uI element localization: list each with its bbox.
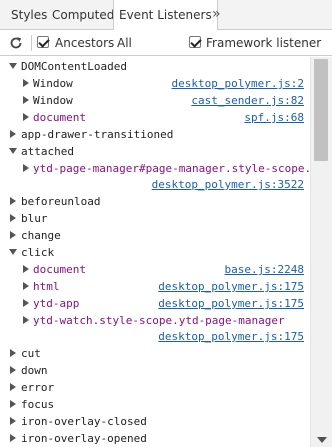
collapsed-triangle-icon[interactable] bbox=[23, 316, 29, 324]
event-name: cut bbox=[21, 347, 41, 360]
event-row-blur[interactable]: blur bbox=[0, 210, 310, 227]
listener-source-link[interactable]: desktop_polymer.js:175 bbox=[158, 328, 304, 345]
event-name: iron-overlay-opened bbox=[21, 432, 147, 445]
event-name: beforeunload bbox=[21, 195, 101, 208]
listener-row[interactable]: ytd-app desktop_polymer.js:175 bbox=[0, 295, 310, 312]
event-name: down bbox=[21, 364, 48, 377]
event-name: iron-overlay-closed bbox=[21, 415, 147, 428]
listener-row[interactable]: Window cast_sender.js:82 bbox=[0, 92, 310, 109]
listener-node: html bbox=[33, 280, 60, 293]
tab-event-listeners[interactable]: Event Listeners bbox=[113, 0, 218, 31]
panel-tab-bar: Styles Computed Event Listeners » bbox=[0, 0, 332, 31]
refresh-icon[interactable] bbox=[9, 30, 25, 56]
event-name: DOMContentLoaded bbox=[21, 60, 127, 73]
listener-row[interactable]: ytd-page-manager#page-manager.style-scop… bbox=[0, 160, 310, 177]
vertical-scrollbar[interactable] bbox=[310, 57, 332, 447]
more-tabs-button[interactable]: » bbox=[212, 0, 221, 30]
event-name: click bbox=[21, 246, 55, 259]
event-row-beforeunload[interactable]: beforeunload bbox=[0, 193, 310, 210]
event-row-app-drawer-transitioned[interactable]: app-drawer-transitioned bbox=[0, 126, 310, 143]
listener-source-link[interactable]: base.js:2248 bbox=[225, 261, 304, 278]
event-row-change[interactable]: change bbox=[0, 227, 310, 244]
listener-filter-select[interactable]: All bbox=[117, 30, 132, 56]
listener-node: ytd-watch.style-scope.ytd-page-manager bbox=[33, 314, 285, 327]
collapsed-triangle-icon[interactable] bbox=[10, 214, 16, 222]
collapsed-triangle-icon[interactable] bbox=[10, 383, 16, 391]
scroll-down-arrow-icon[interactable] bbox=[317, 437, 327, 443]
collapsed-triangle-icon[interactable] bbox=[10, 130, 16, 138]
collapsed-triangle-icon[interactable] bbox=[10, 197, 16, 205]
event-name: blur bbox=[21, 212, 48, 225]
collapsed-triangle-icon[interactable] bbox=[23, 265, 29, 273]
event-row-attached[interactable]: attached bbox=[0, 143, 310, 160]
framework-listeners-checkbox[interactable] bbox=[189, 36, 201, 48]
expanded-triangle-icon[interactable] bbox=[9, 63, 17, 69]
listener-node: Window bbox=[33, 77, 73, 90]
listener-row[interactable]: document base.js:2248 bbox=[0, 261, 310, 278]
framework-listeners-label[interactable]: Framework listener bbox=[206, 30, 321, 56]
collapsed-triangle-icon[interactable] bbox=[10, 400, 16, 408]
collapsed-triangle-icon[interactable] bbox=[23, 299, 29, 307]
listener-source-link[interactable]: desktop_polymer.js:2 bbox=[172, 75, 304, 92]
listener-source-link[interactable]: desktop_polymer.js:3522 bbox=[152, 176, 304, 193]
expanded-triangle-icon[interactable] bbox=[9, 249, 17, 255]
event-row-iron-overlay-closed[interactable]: iron-overlay-closed bbox=[0, 413, 310, 430]
collapsed-triangle-icon[interactable] bbox=[10, 417, 16, 425]
event-row-down[interactable]: down bbox=[0, 362, 310, 379]
collapsed-triangle-icon[interactable] bbox=[23, 164, 29, 172]
listener-row[interactable]: document spf.js:68 bbox=[0, 109, 310, 126]
collapsed-triangle-icon[interactable] bbox=[23, 79, 29, 87]
event-name: change bbox=[21, 229, 61, 242]
collapsed-triangle-icon[interactable] bbox=[10, 434, 16, 442]
listener-row[interactable]: Window desktop_polymer.js:2 bbox=[0, 75, 310, 92]
collapsed-triangle-icon[interactable] bbox=[10, 349, 16, 357]
listener-node: ytd-app bbox=[33, 297, 80, 310]
ancestors-checkbox[interactable] bbox=[37, 36, 49, 48]
listener-node: ytd-page-manager#page-manager.style-scop… bbox=[33, 162, 310, 175]
event-name: focus bbox=[21, 398, 55, 411]
event-row-focus[interactable]: focus bbox=[0, 396, 310, 413]
collapsed-triangle-icon[interactable] bbox=[10, 366, 16, 374]
listener-node: document bbox=[33, 111, 86, 124]
event-name: error bbox=[21, 381, 55, 394]
listener-node: document bbox=[33, 263, 86, 276]
event-row-domcontentloaded[interactable]: DOMContentLoaded bbox=[0, 58, 310, 75]
listener-source-link[interactable]: spf.js:68 bbox=[244, 109, 304, 126]
ancestors-label[interactable]: Ancestors bbox=[55, 30, 114, 56]
listener-source-row: desktop_polymer.js:3522 bbox=[0, 176, 310, 193]
listener-node: Window bbox=[33, 94, 73, 107]
event-row-cut[interactable]: cut bbox=[0, 345, 310, 362]
expanded-triangle-icon[interactable] bbox=[9, 148, 17, 154]
listener-source-row: desktop_polymer.js:175 bbox=[0, 328, 310, 345]
event-row-iron-overlay-opened[interactable]: iron-overlay-opened bbox=[0, 430, 310, 447]
listener-source-link[interactable]: desktop_polymer.js:175 bbox=[158, 278, 304, 295]
listener-row[interactable]: ytd-watch.style-scope.ytd-page-manager bbox=[0, 312, 310, 329]
event-listener-tree: DOMContentLoaded Window desktop_polymer.… bbox=[0, 57, 310, 447]
event-row-error[interactable]: error bbox=[0, 379, 310, 396]
collapsed-triangle-icon[interactable] bbox=[23, 113, 29, 121]
toolbar-divider bbox=[31, 35, 32, 51]
collapsed-triangle-icon[interactable] bbox=[23, 282, 29, 290]
event-listeners-toolbar: Ancestors All Framework listener bbox=[0, 30, 332, 56]
collapsed-triangle-icon[interactable] bbox=[10, 231, 16, 239]
event-row-click[interactable]: click bbox=[0, 244, 310, 261]
collapsed-triangle-icon[interactable] bbox=[23, 96, 29, 104]
listener-row[interactable]: html desktop_polymer.js:175 bbox=[0, 278, 310, 295]
tab-styles[interactable]: Styles bbox=[6, 0, 52, 30]
listener-source-link[interactable]: cast_sender.js:82 bbox=[191, 92, 304, 109]
listener-source-link[interactable]: desktop_polymer.js:175 bbox=[158, 295, 304, 312]
tab-computed[interactable]: Computed bbox=[47, 0, 119, 30]
event-name: attached bbox=[21, 145, 74, 158]
event-name: app-drawer-transitioned bbox=[21, 128, 174, 141]
scrollbar-thumb[interactable] bbox=[314, 59, 328, 161]
